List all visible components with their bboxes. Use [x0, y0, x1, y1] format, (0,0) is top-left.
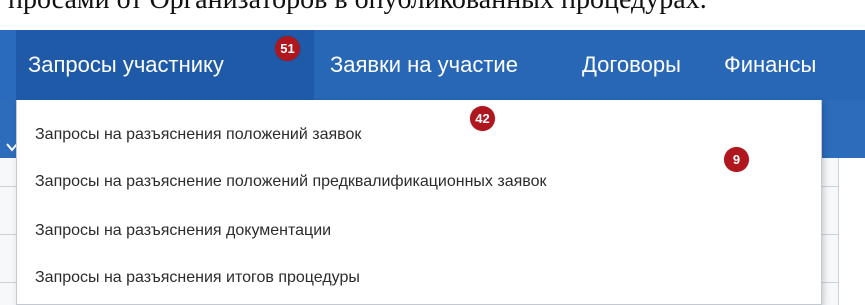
menu-item-documentation-clarifications[interactable]: Запросы на разъяснения документации [17, 206, 821, 256]
menu-item-badge: 42 [470, 106, 495, 131]
menu-item-application-clarifications[interactable]: Запросы на разъяснения положений заявок [17, 110, 821, 160]
nav-item-finance[interactable]: Финансы [724, 30, 816, 100]
participant-requests-dropdown: Запросы на разъяснения положений заявок … [16, 100, 822, 305]
navbar-left-strip [0, 30, 16, 100]
nav-item-participant-requests[interactable]: Запросы участнику [16, 30, 314, 100]
menu-item-prequalification-clarifications[interactable]: Запросы на разъяснение положений предква… [17, 157, 821, 207]
menu-item-results-clarifications[interactable]: Запросы на разъяснения итогов процедуры [17, 253, 821, 303]
right-content-edge [838, 158, 865, 305]
nav-item-applications[interactable]: Заявки на участие [330, 30, 518, 100]
document-text-fragment: просами от Организаторов в опубликованны… [0, 0, 865, 16]
main-navigation: Запросы участнику Заявки на участие Дого… [0, 30, 865, 101]
menu-item-badge: 9 [724, 147, 749, 172]
nav-item-contracts[interactable]: Договоры [582, 30, 681, 100]
nav-notification-badge: 51 [275, 36, 300, 61]
